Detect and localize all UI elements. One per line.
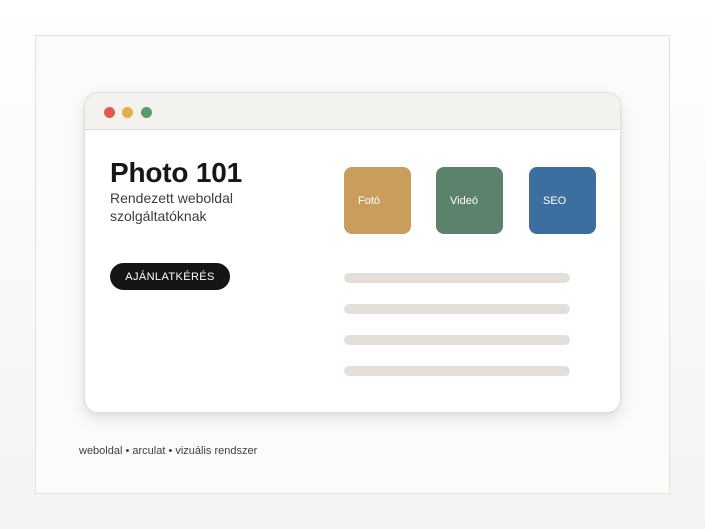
- service-tile-video[interactable]: Videó: [436, 167, 503, 234]
- service-tile-seo[interactable]: SEO: [529, 167, 596, 234]
- placeholder-text-line: [344, 273, 570, 283]
- page-title: Photo 101: [110, 157, 243, 188]
- placeholder-text-line: [344, 304, 570, 314]
- maximize-window-dot[interactable]: [141, 107, 152, 118]
- quote-request-button[interactable]: AJÁNLATKÉRÉS: [110, 263, 230, 290]
- service-tile-label: SEO: [543, 194, 567, 207]
- window-titlebar: [85, 93, 620, 130]
- service-tile-foto[interactable]: Fotó: [344, 167, 411, 234]
- close-window-dot[interactable]: [104, 107, 115, 118]
- minimize-window-dot[interactable]: [122, 107, 133, 118]
- placeholder-text-line: [344, 335, 570, 345]
- placeholder-text-line: [344, 366, 570, 376]
- browser-window: Photo 101 Rendezett weboldal szolgáltató…: [84, 92, 621, 413]
- footer-caption: weboldal • arculat • vizuális rendszer: [79, 445, 258, 457]
- page-subtitle: Rendezett weboldal szolgáltatóknak: [110, 190, 233, 224]
- service-tile-label: Videó: [450, 194, 478, 207]
- service-tile-label: Fotó: [358, 194, 381, 207]
